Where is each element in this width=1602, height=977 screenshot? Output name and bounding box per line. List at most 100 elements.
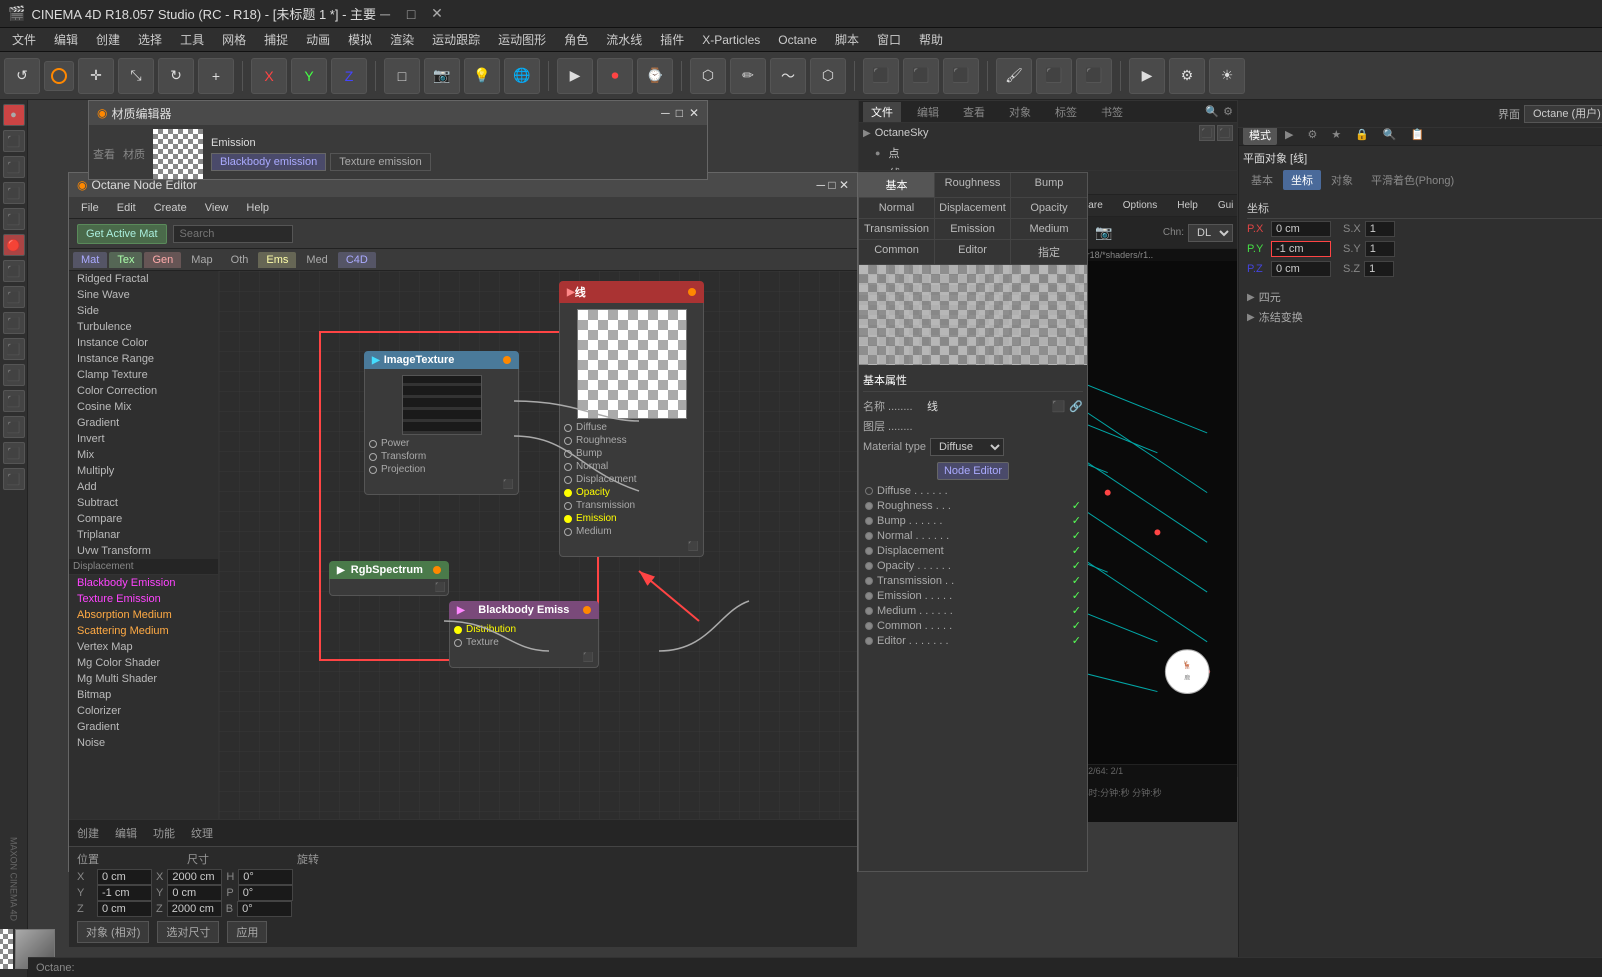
pos-y-input[interactable] <box>97 885 152 901</box>
list-item-side[interactable]: Side <box>69 303 218 319</box>
scene-settings-icon[interactable]: ⚙ <box>1223 105 1233 118</box>
mat-type-select[interactable]: Diffuse Glossy Specular <box>930 438 1004 456</box>
list-item-multiply[interactable]: Multiply <box>69 463 218 479</box>
list-item-ridged-fractal[interactable]: Ridged Fractal <box>69 271 218 287</box>
camera-btn[interactable]: 📷 <box>424 58 460 94</box>
mat-tab-editor[interactable]: Editor <box>935 240 1011 264</box>
props-tab-coords[interactable]: 坐标 <box>1283 170 1321 190</box>
freeze-transform-section[interactable]: ▶ 冻结变换 <box>1247 307 1602 327</box>
scene-tab-bookmarks[interactable]: 书签 <box>1093 102 1131 122</box>
coord-py-input[interactable] <box>1271 241 1331 257</box>
node-search-input[interactable] <box>173 225 293 243</box>
list-item-invert[interactable]: Invert <box>69 431 218 447</box>
list-item-gradient[interactable]: Gradient <box>69 415 218 431</box>
sym-btn[interactable]: ⬛ <box>1076 58 1112 94</box>
minimize-btn[interactable]: ─ <box>376 5 394 23</box>
scene-tab-edit[interactable]: 编辑 <box>909 102 947 122</box>
blackbody-emission-node[interactable]: ▶ Blackbody Emiss Distribution <box>449 601 599 668</box>
list-item-clamp-texture[interactable]: Clamp Texture <box>69 367 218 383</box>
ne-func-btn[interactable]: 功能 <box>149 824 179 842</box>
field-btn[interactable]: ⬛ <box>903 58 939 94</box>
size-x-input[interactable] <box>167 869 222 885</box>
coord-sy-input[interactable] <box>1365 241 1395 257</box>
list-item-gradient-2[interactable]: Gradient <box>69 719 218 735</box>
rotate-btn[interactable]: ↻ <box>158 58 194 94</box>
texture-emission-btn[interactable]: Texture emission <box>330 153 431 171</box>
mat-tab-roughness[interactable]: Roughness <box>935 173 1011 197</box>
menu-sim[interactable]: 模拟 <box>340 29 380 50</box>
list-item-color-correction[interactable]: Color Correction <box>69 383 218 399</box>
ne-texture-btn[interactable]: 纹理 <box>187 824 217 842</box>
xian-node[interactable]: ▶ 线 Diffuse <box>559 281 704 557</box>
list-item-blackbody-emission[interactable]: Blackbody Emission <box>69 575 218 591</box>
scene-btn[interactable]: 🌐 <box>504 58 540 94</box>
list-item-texture-emission[interactable]: Texture Emission <box>69 591 218 607</box>
list-item-noise[interactable]: Noise <box>69 735 218 751</box>
mat-tab-displacement[interactable]: Displacement <box>935 198 1011 218</box>
menu-octane[interactable]: Octane <box>770 31 825 49</box>
tab-tex[interactable]: Tex <box>109 252 142 268</box>
mat-tab-assign[interactable]: 指定 <box>1011 240 1087 264</box>
menu-xparticles[interactable]: X-Particles <box>694 31 768 49</box>
left-icon-8[interactable]: ⬛ <box>3 286 25 308</box>
pos-z-input[interactable] <box>97 901 152 917</box>
list-item-absorption-medium[interactable]: Absorption Medium <box>69 607 218 623</box>
node-editor-max[interactable]: □ <box>828 178 835 192</box>
rot-p-input[interactable] <box>238 885 293 901</box>
mat-tab-normal[interactable]: Normal <box>859 198 935 218</box>
fx-btn[interactable]: ⬛ <box>943 58 979 94</box>
pos-x-input[interactable] <box>97 869 152 885</box>
node-collapse-icon[interactable]: ▶ <box>372 355 380 366</box>
ne-menu-view[interactable]: View <box>197 200 237 216</box>
z-axis-btn[interactable]: Z <box>331 58 367 94</box>
light-btn[interactable]: 💡 <box>464 58 500 94</box>
viewport-btn[interactable]: ⬡ <box>690 58 726 94</box>
list-item-scattering-medium[interactable]: Scattering Medium <box>69 623 218 639</box>
octane-profile-select[interactable]: Octane (用户) <box>1524 105 1602 123</box>
sculpt-btn[interactable]: ⬛ <box>1036 58 1072 94</box>
scene-obj-point[interactable]: ● 点 <box>859 143 1237 163</box>
ne-menu-help[interactable]: Help <box>238 200 277 216</box>
coord-pz-input[interactable] <box>1271 261 1331 277</box>
scene-tab-file[interactable]: 文件 <box>863 102 901 122</box>
scene-search-icon[interactable]: 🔍 <box>1205 105 1219 118</box>
blackbody-emission-btn[interactable]: Blackbody emission <box>211 153 326 171</box>
props-tab-object[interactable]: 对象 <box>1323 170 1361 190</box>
live-select-btn[interactable]: + <box>198 58 234 94</box>
ne-menu-create[interactable]: Create <box>146 200 195 216</box>
blackbody-collapse-icon[interactable]: ▶ <box>457 605 465 616</box>
left-icon-15[interactable]: ⬛ <box>3 468 25 490</box>
null-btn[interactable]: □ <box>384 58 420 94</box>
left-icon-5[interactable]: ⬛ <box>3 208 25 230</box>
scale-btn[interactable]: ⤡ <box>118 58 154 94</box>
quaternion-section[interactable]: ▶ 四元 <box>1247 287 1602 307</box>
menu-plugins[interactable]: 插件 <box>652 29 692 50</box>
xian-collapse-icon[interactable]: ▶ <box>567 287 575 298</box>
menu-help[interactable]: 帮助 <box>911 29 951 50</box>
list-item-uvw-transform[interactable]: Uvw Transform <box>69 543 218 559</box>
mat-tab-bump[interactable]: Bump <box>1011 173 1087 197</box>
node-editor-close[interactable]: ✕ <box>839 178 849 192</box>
coord-sz-input[interactable] <box>1364 261 1394 277</box>
scene-tab-objects[interactable]: 对象 <box>1001 102 1039 122</box>
octane-sky-lock[interactable]: ⬛ <box>1217 125 1233 141</box>
mat-tab-basic[interactable]: 基本 <box>859 173 935 197</box>
render-btn[interactable]: ▶ <box>1129 58 1165 94</box>
menu-tools[interactable]: 工具 <box>172 29 212 50</box>
list-item-vertex-map[interactable]: Vertex Map <box>69 639 218 655</box>
mat-tab-opacity[interactable]: Opacity <box>1011 198 1087 218</box>
rot-b-input[interactable] <box>237 901 292 917</box>
undo-btn[interactable]: ↺ <box>4 58 40 94</box>
apply-btn[interactable]: 应用 <box>227 921 267 943</box>
size-y-input[interactable] <box>167 885 222 901</box>
mat-tab-medium[interactable]: Medium <box>1011 219 1087 239</box>
left-icon-6[interactable]: 🔴 <box>3 234 25 256</box>
coord-px-input[interactable] <box>1271 221 1331 237</box>
list-item-subtract[interactable]: Subtract <box>69 495 218 511</box>
blackbody-resize[interactable]: ⬛ <box>454 651 594 663</box>
xian-resize-handle[interactable]: ⬛ <box>564 540 699 552</box>
ne-menu-edit[interactable]: Edit <box>109 200 144 216</box>
menu-select[interactable]: 选择 <box>130 29 170 50</box>
mat-editor-func[interactable]: 材质 <box>123 146 145 162</box>
node-editor-panel-btn[interactable]: Node Editor <box>937 462 1009 480</box>
